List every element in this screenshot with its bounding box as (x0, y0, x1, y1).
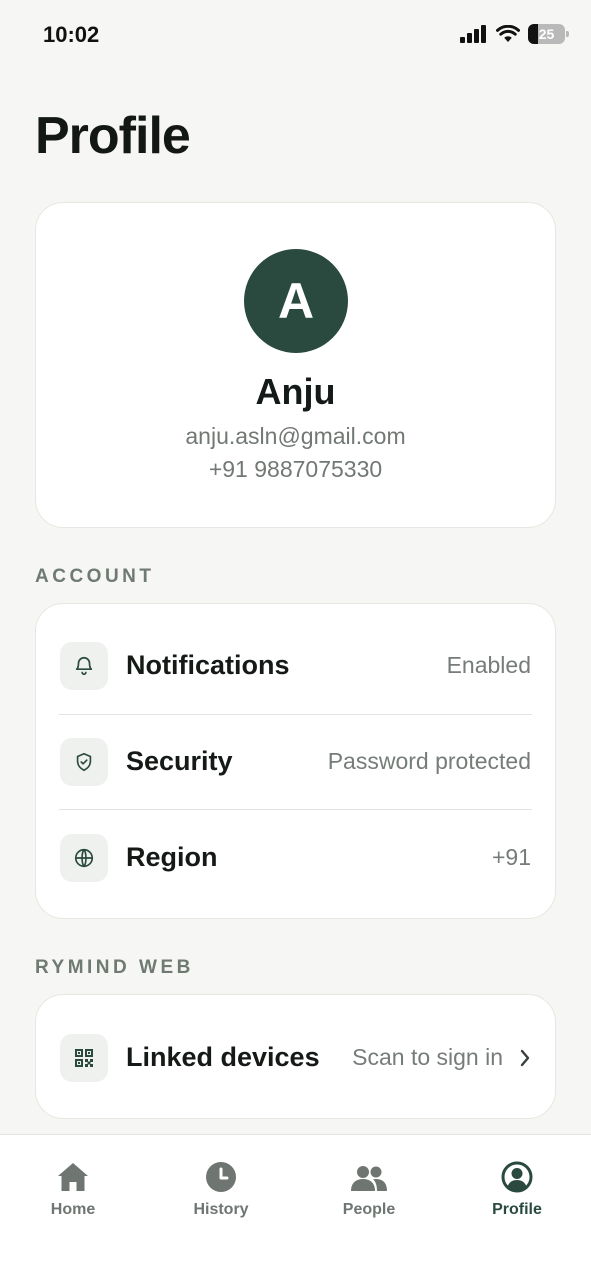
wifi-icon (496, 25, 520, 42)
linked-devices-value: Scan to sign in (352, 1044, 503, 1070)
security-value: Password protected (327, 748, 531, 774)
security-label: Security (126, 746, 233, 776)
settings-row-region[interactable]: Region +91 (36, 810, 555, 905)
status-time: 10:02 (43, 22, 100, 47)
avatar-initial: A (277, 273, 315, 329)
avatar[interactable]: A (244, 249, 348, 353)
people-icon (309, 1157, 429, 1193)
tab-people[interactable]: People (309, 1157, 429, 1219)
tab-people-label: People (342, 1201, 396, 1218)
bell-icon (60, 641, 108, 690)
chevron-right-icon (519, 1048, 531, 1068)
tab-home[interactable]: Home (13, 1157, 133, 1219)
profile-email: anju.asln@gmail.com (185, 423, 406, 449)
tab-home-label: Home (50, 1201, 96, 1218)
tab-profile-label: Profile (492, 1201, 542, 1218)
linked-devices-label: Linked devices (126, 1042, 320, 1072)
battery-level: 25 (538, 26, 555, 42)
home-icon (13, 1157, 133, 1193)
status-icons: 25 (460, 24, 569, 44)
battery-icon: 25 (528, 24, 569, 44)
region-label: Region (126, 842, 218, 872)
tab-bar: Home History People Profile (0, 1134, 591, 1280)
settings-row-linked-devices[interactable]: Linked devices Scan to sign in (36, 1010, 555, 1105)
profile-name: Anju (255, 371, 336, 412)
user-circle-icon (457, 1157, 577, 1193)
account-settings-card: Notifications Enabled Security Password … (35, 603, 556, 919)
tab-history-label: History (193, 1201, 249, 1218)
cellular-signal-icon (460, 25, 486, 43)
globe-icon (60, 833, 108, 882)
page-title: Profile (35, 107, 191, 165)
qr-code-icon (60, 1033, 108, 1082)
settings-row-security[interactable]: Security Password protected (36, 714, 555, 809)
shield-check-icon (60, 737, 108, 786)
status-bar: 10:02 25 (0, 0, 591, 72)
section-label-account: ACCOUNT (35, 566, 155, 587)
section-label-web: RYMIND WEB (35, 957, 194, 978)
tab-history[interactable]: History (161, 1157, 281, 1219)
notifications-label: Notifications (126, 650, 290, 680)
web-settings-card: Linked devices Scan to sign in (35, 994, 556, 1119)
settings-row-notifications[interactable]: Notifications Enabled (36, 618, 555, 713)
notifications-value: Enabled (446, 652, 531, 678)
region-value: +91 (491, 844, 531, 870)
clock-icon (161, 1157, 281, 1193)
profile-card: A Anju anju.asln@gmail.com +91 988707533… (35, 202, 556, 528)
tab-profile[interactable]: Profile (457, 1157, 577, 1219)
profile-phone: +91 9887075330 (208, 456, 383, 482)
